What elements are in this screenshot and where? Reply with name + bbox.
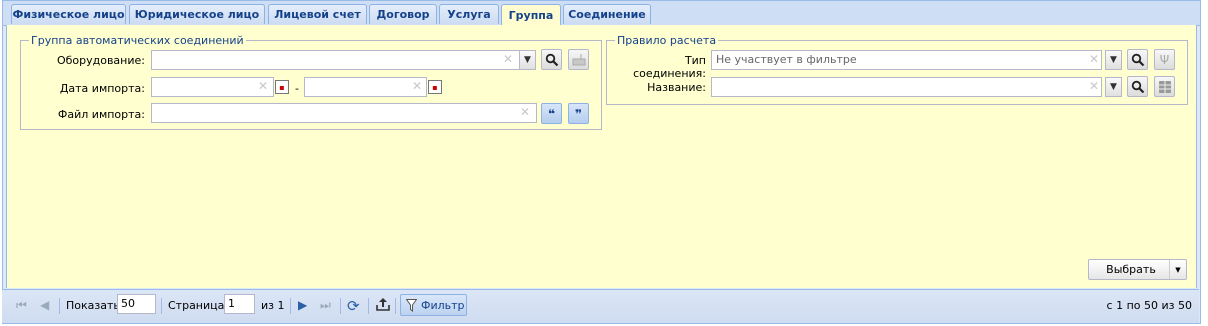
close-quote-icon: ❞ [574, 106, 583, 121]
tab-connection[interactable]: Соединение [563, 4, 651, 24]
first-page-icon[interactable]: ⏮ [16, 298, 27, 313]
tab-legal-entity[interactable]: Юридическое лицо [129, 4, 265, 24]
separator [340, 298, 341, 314]
import-file-field[interactable] [151, 103, 537, 123]
tab-contract[interactable]: Договор [369, 4, 437, 24]
separator [395, 298, 396, 314]
connection-type-field[interactable]: Не участвует в фильтре [711, 50, 1102, 70]
date-range-dash: - [295, 82, 299, 95]
equipment-device-button[interactable] [568, 49, 589, 70]
chevron-down-icon: ▼ [1110, 82, 1117, 92]
name-search-button[interactable] [1127, 76, 1148, 97]
paging-toolbar: ⏮ ◀ Показать 50 Страница 1 из 1 ▶ ⏭ ⟳ Фи… [2, 289, 1199, 323]
chevron-down-icon: ▼ [1175, 265, 1181, 274]
equipment-field[interactable] [151, 50, 520, 70]
name-clear-icon[interactable]: ✕ [1089, 79, 1099, 93]
prev-page-icon[interactable]: ◀ [40, 298, 49, 312]
tab-service[interactable]: Услуга [439, 4, 499, 24]
date-from-clear-icon[interactable]: ✕ [258, 79, 268, 93]
filter-form: Группа автоматических соединений Оборудо… [6, 25, 1197, 288]
equipment-icon [572, 53, 585, 65]
search-icon [545, 53, 558, 66]
tab-bar: Физическое лицо Юридическое лицо Лицевой… [3, 1, 1200, 26]
date-from-calendar-icon[interactable]: ▪ [275, 80, 289, 94]
select-split-arrow[interactable]: ▼ [1169, 260, 1186, 279]
import-date-to-field[interactable] [304, 77, 427, 97]
page-count-label: из 1 [261, 299, 285, 312]
search-icon [1131, 80, 1144, 93]
name-dropdown-button[interactable]: ▼ [1105, 77, 1122, 97]
tab-individual[interactable]: Физическое лицо [11, 4, 126, 24]
separator [290, 298, 291, 314]
table-icon [1158, 80, 1171, 93]
page-label: Страница [168, 299, 225, 312]
refresh-icon[interactable]: ⟳ [347, 297, 360, 315]
page-size-input[interactable]: 50 [117, 294, 156, 314]
open-quote-button[interactable]: ❝ [541, 103, 562, 124]
equipment-search-button[interactable] [541, 49, 562, 70]
next-page-icon[interactable]: ▶ [298, 298, 307, 312]
usb-icon: Ψ [1159, 52, 1170, 67]
equipment-clear-icon[interactable]: ✕ [503, 52, 513, 66]
close-quote-button[interactable]: ❞ [568, 103, 589, 124]
paging-range-label: с 1 по 50 из 50 [1106, 299, 1192, 312]
tab-account[interactable]: Лицевой счет [268, 4, 367, 24]
chevron-down-icon: ▼ [1110, 55, 1117, 65]
connection-type-clear-icon[interactable]: ✕ [1089, 52, 1099, 66]
import-file-clear-icon[interactable]: ✕ [520, 105, 530, 119]
export-icon[interactable] [375, 296, 391, 315]
tab-group[interactable]: Группа [501, 4, 561, 26]
search-icon [1131, 53, 1144, 66]
separator [59, 298, 60, 314]
page-size-label: Показать [66, 299, 120, 312]
equipment-dropdown-button[interactable]: ▼ [519, 50, 536, 70]
select-button[interactable]: Выбрать ▼ [1088, 259, 1187, 280]
import-date-from-field[interactable] [151, 77, 274, 97]
page-input[interactable]: 1 [224, 294, 255, 314]
import-date-label: Дата импорта: [59, 82, 145, 95]
filter-icon [406, 298, 417, 312]
connection-type-label: Тип соединения: [633, 54, 706, 80]
connection-type-dropdown-button[interactable]: ▼ [1105, 50, 1122, 70]
connection-type-search-button[interactable] [1127, 49, 1148, 70]
chevron-down-icon: ▼ [524, 55, 531, 65]
open-quote-icon: ❝ [547, 106, 556, 121]
equipment-label: Оборудование: [56, 54, 145, 67]
date-to-clear-icon[interactable]: ✕ [412, 79, 422, 93]
name-field[interactable] [711, 77, 1102, 97]
filter-button-label: Фильтр [421, 298, 465, 312]
date-to-calendar-icon[interactable]: ▪ [428, 80, 442, 94]
name-table-button[interactable] [1154, 76, 1175, 97]
select-button-label: Выбрать [1106, 263, 1156, 276]
separator [368, 298, 369, 314]
group-fieldset-legend: Группа автоматических соединений [31, 34, 244, 47]
filter-button[interactable]: Фильтр [400, 294, 467, 316]
last-page-icon[interactable]: ⏭ [320, 298, 331, 313]
name-label: Название: [647, 81, 706, 94]
calc-rule-fieldset-legend: Правило расчета [617, 34, 717, 47]
separator [161, 298, 162, 314]
connection-type-extra-button[interactable]: Ψ [1154, 49, 1175, 70]
import-file-label: Файл импорта: [57, 108, 145, 121]
